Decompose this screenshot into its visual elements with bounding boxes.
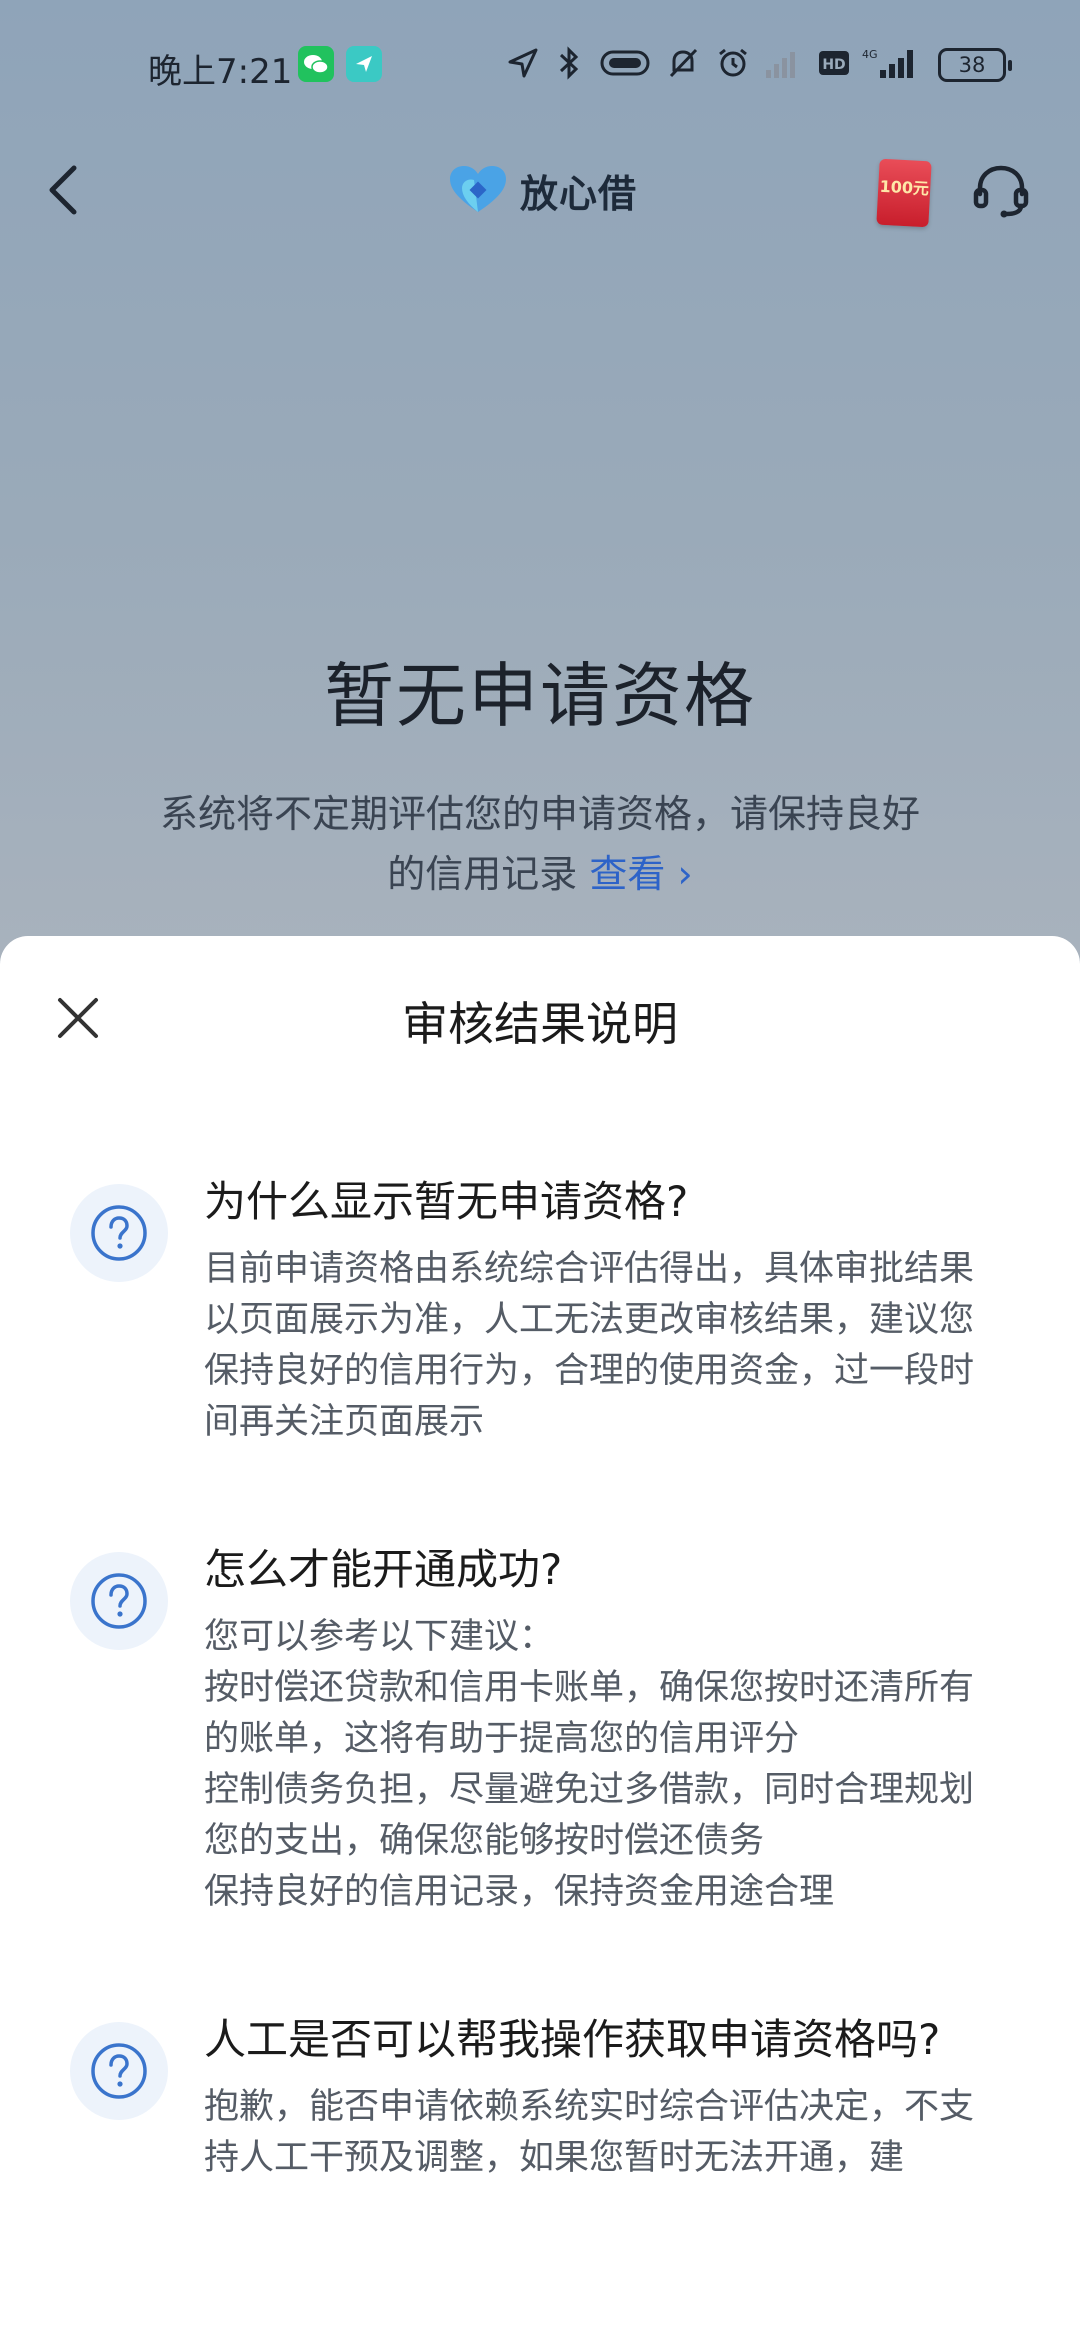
red-packet-label: 100元: [879, 176, 930, 199]
alarm-icon: [716, 46, 750, 84]
chevron-right-icon: ›: [677, 852, 693, 896]
question-mark-icon: [70, 1184, 168, 1282]
view-link[interactable]: 查看 ›: [589, 852, 692, 896]
hd-icon: HD: [818, 46, 850, 84]
sheet-title: 审核结果说明: [402, 997, 678, 1051]
faq-question: 怎么才能开通成功?: [204, 1545, 563, 1594]
faq-answer-line: 抱歉，能否申请依赖系统实时综合评估决定，不支持人工干预及调整，如果您暂时无法开通…: [204, 2087, 975, 2178]
faq-answer-line: 目前申请资格由系统综合评估得出，具体审批结果以页面展示为准，人工无法更改审核结果…: [204, 1249, 975, 1442]
svg-text:HD: HD: [822, 57, 845, 73]
heart-logo-icon: [450, 166, 506, 212]
faq-answer-line: 按时偿还贷款和信用卡账单，确保您按时还清所有的账单，这将有助于提高您的信用评分: [204, 1668, 975, 1759]
back-icon[interactable]: [44, 160, 84, 224]
faq-answer: 抱歉，能否申请依赖系统实时综合评估决定，不支持人工干预及调整，如果您暂时无法开通…: [204, 2082, 994, 2184]
page-title: 暂无申请资格: [324, 655, 756, 737]
wechat-icon: [298, 46, 334, 86]
toggle-pill-icon: [600, 46, 650, 84]
faq-answer-line: 控制债务负担，尽量避免过多借款，同时合理规划您的支出，确保您能够按时偿还债务: [204, 1770, 975, 1861]
red-packet-button[interactable]: 100元: [876, 158, 932, 228]
faq-question: 为什么显示暂无申请资格?: [204, 1177, 689, 1226]
brand-name: 放心借: [520, 171, 638, 216]
faq-answer: 您可以参考以下建议： 按时偿还贷款和信用卡账单，确保您按时还清所有的账单，这将有…: [204, 1612, 994, 1918]
location-app-icon: [346, 46, 382, 86]
bluetooth-icon: [556, 46, 582, 84]
result-explanation-sheet: 审核结果说明 为什么显示暂无申请资格? 目前申请资格由系统综合评估得出，具体审批…: [0, 936, 1080, 2340]
faq-question: 人工是否可以帮我操作获取申请资格吗?: [204, 2015, 941, 2064]
mute-bell-icon: [666, 46, 700, 84]
brand-logo: 放心借: [448, 160, 637, 220]
battery-indicator: 38: [938, 48, 1012, 82]
signal-weak-icon: [764, 46, 804, 84]
question-mark-icon: [70, 1552, 168, 1650]
faq-answer-line: 您可以参考以下建议：: [204, 1617, 555, 1657]
faq-answer-line: 保持良好的信用记录，保持资金用途合理: [204, 1872, 835, 1912]
customer-service-icon[interactable]: [970, 160, 1032, 226]
view-link-label: 查看: [589, 852, 666, 896]
question-mark-icon: [70, 2022, 168, 2120]
hero-description-text: 系统将不定期评估您的申请资格，请保持良好的信用记录: [159, 792, 920, 896]
location-arrow-icon: [506, 46, 540, 84]
signal-4g-icon: 4G: [860, 46, 924, 84]
svg-text:4G: 4G: [862, 48, 878, 61]
status-time: 晚上7:21: [148, 52, 293, 92]
hero-description: 系统将不定期评估您的申请资格，请保持良好的信用记录 查看 ›: [150, 784, 930, 904]
faq-answer: 目前申请资格由系统综合评估得出，具体审批结果以页面展示为准，人工无法更改审核结果…: [204, 1244, 994, 1448]
status-bar: 晚上7:21 HD 4G 38: [0, 0, 1080, 130]
